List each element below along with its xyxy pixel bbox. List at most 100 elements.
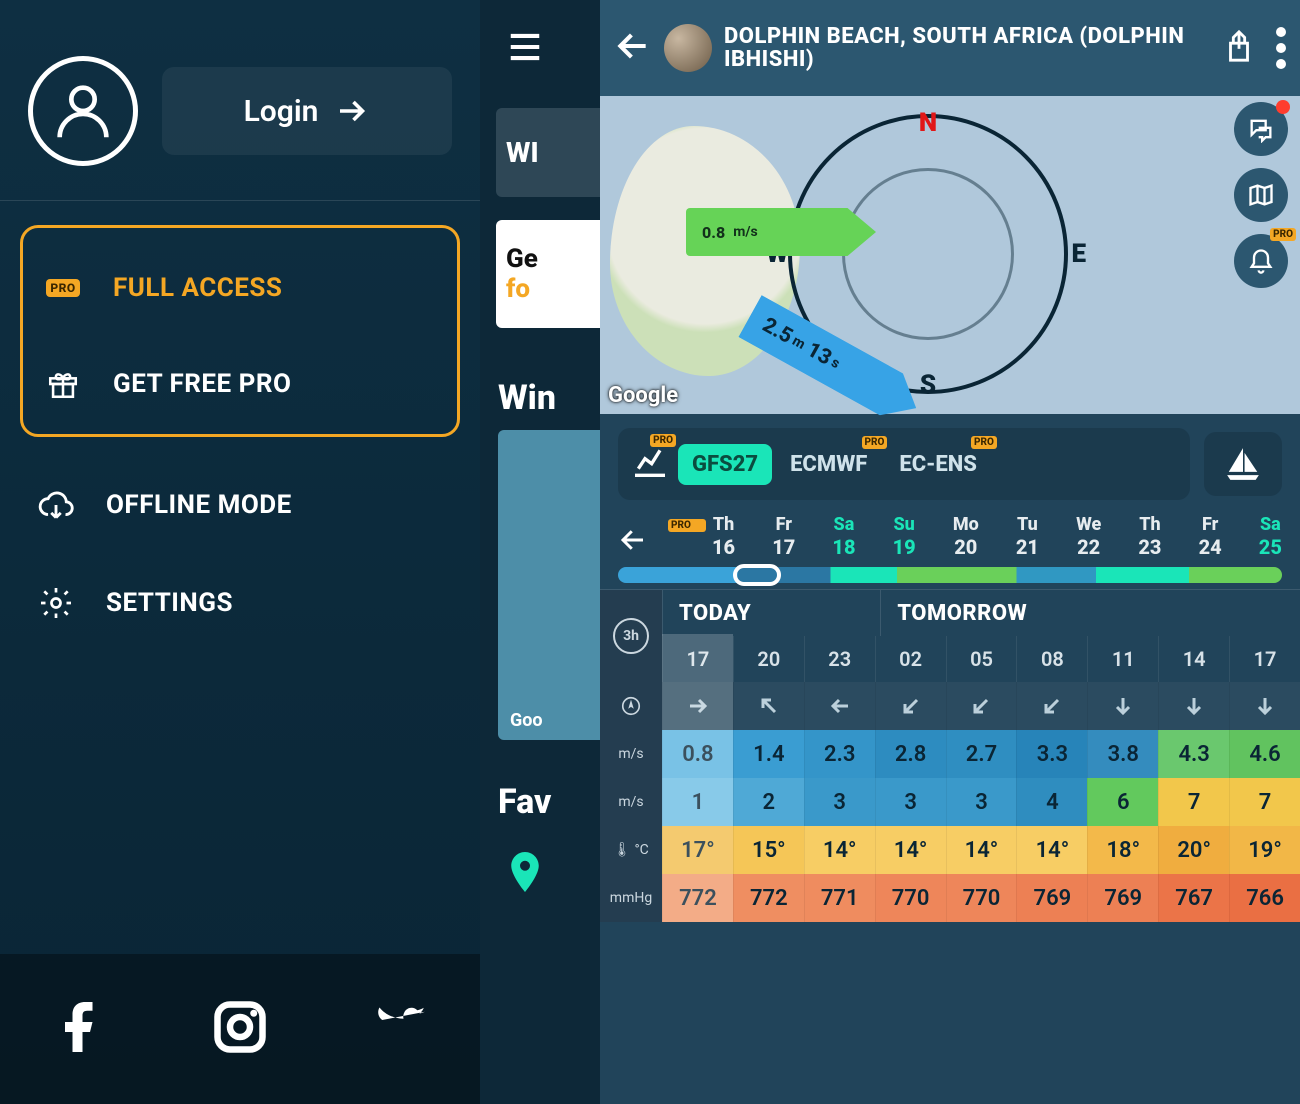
ms2-host-cell: 4 (1016, 778, 1087, 826)
ms1-host-cell: 3.8 (1087, 730, 1158, 778)
wind-arrow: 0.8 m/s (686, 208, 876, 256)
obscured-map-attr: Goo (510, 710, 543, 731)
day-16[interactable]: Th16 (712, 514, 735, 559)
menu-get-free-pro[interactable]: GET FREE PRO (43, 340, 437, 428)
press-host-cell: 767 (1158, 874, 1229, 922)
interval-badge[interactable]: 3h (600, 590, 662, 682)
wind-dir-cell (1229, 682, 1300, 730)
hour-11[interactable]: 11 (1087, 636, 1158, 682)
chart-icon[interactable]: PRO (630, 442, 670, 486)
offline-mode-label: OFFLINE MODE (106, 490, 292, 520)
unit-press: mmHg (600, 874, 662, 922)
login-button[interactable]: Login (162, 67, 452, 155)
model-ec-ens[interactable]: EC-ENSPRO (885, 444, 991, 485)
model-selector: PRO GFS27ECMWFPROEC-ENSPRO (618, 428, 1190, 500)
compass-dial-icon (600, 682, 662, 730)
twitter-icon[interactable] (370, 997, 430, 1061)
alerts-button[interactable]: PRO (1234, 234, 1288, 288)
ms2-host-cell: 3 (804, 778, 875, 826)
back-button[interactable] (614, 27, 652, 69)
press-host-cell: 772 (662, 874, 733, 922)
facebook-icon[interactable] (50, 997, 110, 1061)
ms1-host-cell: 4.3 (1158, 730, 1229, 778)
press-host-cell: 771 (804, 874, 875, 922)
model-gfs27[interactable]: GFS27 (678, 444, 772, 485)
instagram-icon[interactable] (210, 997, 270, 1061)
hour-17[interactable]: 17 (662, 636, 733, 682)
hour-08[interactable]: 08 (1016, 636, 1087, 682)
map-attribution: Google (608, 383, 678, 408)
wind-dir-cell (662, 682, 733, 730)
obscured-promo-card[interactable]: Ge fo (496, 220, 600, 328)
ms1-host-cell: 4.6 (1229, 730, 1300, 778)
day-21[interactable]: Tu21 (1016, 514, 1039, 559)
row-wind-dir (600, 682, 1300, 730)
overflow-menu-icon[interactable] (1276, 27, 1286, 69)
day-20[interactable]: Mo20 (953, 514, 979, 559)
row-press: mmHg 772772771770770769769767766 (600, 874, 1300, 922)
ms2-host-cell: 7 (1229, 778, 1300, 826)
press-host-cell: 769 (1016, 874, 1087, 922)
wind-dir-cell (1016, 682, 1087, 730)
hour-02[interactable]: 02 (875, 636, 946, 682)
spot-forecast-panel: DOLPHIN BEACH, SOUTH AFRICA (DOLPHIN IBH… (600, 0, 1300, 1104)
day-18[interactable]: Sa18 (832, 514, 855, 559)
model-ecmwf[interactable]: ECMWFPRO (776, 444, 881, 485)
compass-map[interactable]: N E S W 0.8 m/s 2.5m 13s Google PRO (600, 96, 1300, 414)
menu-settings[interactable]: SETTINGS (36, 559, 444, 647)
wind-dir-cell (946, 682, 1017, 730)
share-icon[interactable] (1222, 29, 1256, 67)
days-pro-badge: PRO (660, 519, 700, 559)
ms2-host-cell: 3 (946, 778, 1017, 826)
gear-icon (36, 585, 76, 621)
hour-05[interactable]: 05 (946, 636, 1017, 682)
day-24[interactable]: Fr24 (1199, 514, 1222, 559)
wind-dir-cell (804, 682, 875, 730)
full-access-label: FULL ACCESS (113, 273, 282, 303)
obscured-map-tile[interactable] (498, 430, 600, 740)
ms1-host-cell: 2.7 (946, 730, 1017, 778)
profile-avatar[interactable] (28, 56, 138, 166)
location-pin-icon[interactable] (510, 852, 540, 896)
day-19[interactable]: Su19 (893, 514, 916, 559)
press-host-cell: 766 (1229, 874, 1300, 922)
hamburger-icon[interactable] (502, 28, 548, 70)
temp-host-cell: 14° (946, 826, 1017, 874)
hour-17[interactable]: 17 (1229, 636, 1300, 682)
pro-block: PRO FULL ACCESS GET FREE PRO (20, 225, 460, 437)
drawer-social (0, 954, 480, 1104)
timeline-knob[interactable] (733, 564, 781, 586)
obscured-tab[interactable]: WI (496, 108, 600, 197)
compass-n: N (919, 108, 937, 138)
obscured-heading-2: Fav (498, 782, 551, 822)
day-17[interactable]: Fr17 (772, 514, 795, 559)
map-button[interactable] (1234, 168, 1288, 222)
press-host-cell: 772 (733, 874, 804, 922)
menu-full-access[interactable]: PRO FULL ACCESS (43, 244, 437, 332)
ms1-host-cell: 0.8 (662, 730, 733, 778)
temp-host-cell: 14° (804, 826, 875, 874)
day-25[interactable]: Sa25 (1259, 514, 1282, 559)
day-23[interactable]: Th23 (1138, 514, 1161, 559)
days-scroll-left[interactable] (618, 525, 648, 559)
wind-dir-cell (1158, 682, 1229, 730)
hour-20[interactable]: 20 (733, 636, 804, 682)
menu-offline-mode[interactable]: OFFLINE MODE (36, 461, 444, 549)
temp-host-cell: 14° (875, 826, 946, 874)
press-host-cell: 770 (946, 874, 1017, 922)
cloud-download-icon (36, 486, 76, 524)
activity-button[interactable] (1204, 432, 1282, 496)
timeline-slider[interactable] (618, 567, 1282, 583)
ms2-host-cell: 6 (1087, 778, 1158, 826)
temp-host-cell: 19° (1229, 826, 1300, 874)
chat-button[interactable] (1234, 102, 1288, 156)
spot-title: DOLPHIN BEACH, SOUTH AFRICA (DOLPHIN IBH… (724, 25, 1210, 71)
ms2-host-cell: 3 (875, 778, 946, 826)
pro-badge-icon: PRO (43, 279, 83, 297)
obscured-main-panel: WI Ge fo Win Goo Fav (480, 0, 600, 1104)
hour-14[interactable]: 14 (1158, 636, 1229, 682)
hour-23[interactable]: 23 (804, 636, 875, 682)
spot-avatar[interactable] (664, 24, 712, 72)
day-22[interactable]: We22 (1076, 514, 1101, 559)
wind-dir-cell (875, 682, 946, 730)
